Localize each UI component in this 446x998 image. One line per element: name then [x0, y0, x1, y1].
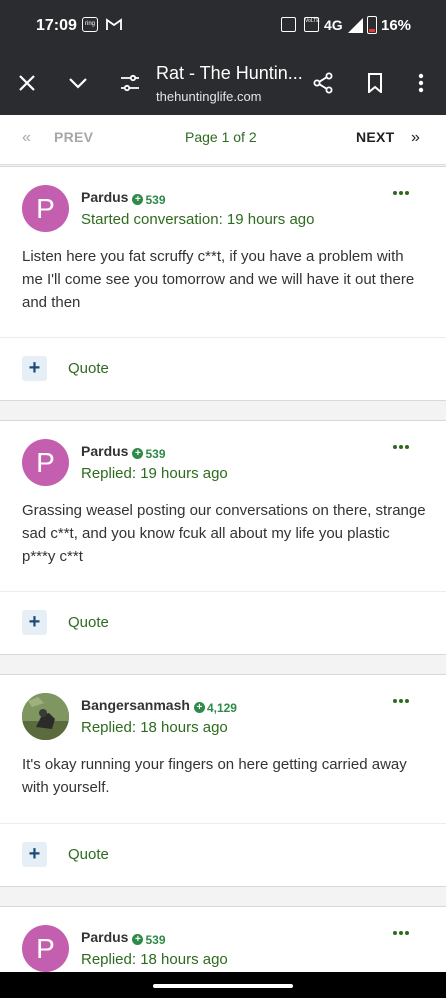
reputation-badge: +539: [132, 932, 166, 947]
reputation-badge: +539: [132, 192, 166, 207]
divider: [0, 823, 446, 824]
post-author-line: Bangersanmash +4,129: [81, 697, 237, 715]
battery-icon: [367, 16, 377, 34]
message-post: P Pardus +539 Replied: 19 hours ago Grass…: [0, 420, 446, 655]
reputation-plus-icon: +: [193, 702, 205, 713]
reputation-plus-icon: +: [132, 448, 144, 459]
pagination: « PREV Page 1 of 2 NEXT »: [0, 115, 446, 165]
system-nav-bar: [0, 972, 446, 998]
reputation-count: 539: [145, 192, 166, 207]
gmail-icon: [106, 18, 122, 30]
nfc-icon: [281, 17, 296, 32]
post-author-line: Pardus +539: [81, 189, 166, 207]
avatar[interactable]: [22, 693, 69, 740]
prev-arrow-icon: «: [22, 129, 31, 146]
page-title[interactable]: Rat - The Huntin...: [156, 63, 303, 84]
message-post: Bangersanmash +4,129 Replied: 18 hours ag…: [0, 674, 446, 887]
avatar[interactable]: P: [22, 185, 69, 232]
page-url[interactable]: thehuntinglife.com: [156, 89, 262, 104]
more-options-icon[interactable]: [393, 445, 409, 449]
prev-button[interactable]: PREV: [54, 129, 93, 145]
plus-icon[interactable]: +: [22, 356, 47, 381]
status-bar: 17:09 ring VoLTE 4G 16%: [0, 0, 446, 52]
post-meta: Replied: 18 hours ago: [81, 719, 228, 736]
divider: [0, 591, 446, 592]
author-name[interactable]: Pardus: [81, 189, 128, 205]
ring-app-icon: ring: [82, 17, 98, 32]
more-options-icon[interactable]: [393, 931, 409, 935]
avatar[interactable]: P: [22, 925, 69, 972]
reputation-count: 539: [145, 446, 166, 461]
post-body: It's okay running your fingers on here g…: [22, 756, 407, 796]
post-body: Listen here you fat scruffy c**t, if you…: [22, 248, 415, 311]
author-name[interactable]: Bangersanmash: [81, 697, 190, 713]
reputation-count: 539: [145, 932, 166, 947]
reputation-plus-icon: +: [132, 194, 144, 205]
reputation-badge: +4,129: [193, 700, 237, 715]
chevron-down-icon[interactable]: [61, 66, 95, 100]
avatar-photo: [22, 693, 69, 740]
page-jump[interactable]: Page 1 of 2: [185, 129, 257, 145]
network-type: 4G: [324, 17, 343, 33]
next-arrow-icon[interactable]: »: [411, 129, 420, 147]
quote-button[interactable]: Quote: [68, 846, 109, 863]
author-name[interactable]: Pardus: [81, 929, 128, 945]
plus-icon[interactable]: +: [22, 842, 47, 867]
home-gesture-handle[interactable]: [153, 984, 293, 988]
post-author-line: Pardus +539: [81, 443, 166, 461]
more-vert-icon[interactable]: [404, 66, 438, 100]
post-meta: Replied: 19 hours ago: [81, 465, 228, 482]
post-body: Grassing weasel posting our conversation…: [22, 502, 426, 565]
divider: [0, 337, 446, 338]
battery-percent: 16%: [381, 17, 412, 34]
close-icon[interactable]: [10, 66, 44, 100]
post-meta: Started conversation: 19 hours ago: [81, 211, 315, 228]
tune-icon[interactable]: [113, 66, 147, 100]
plus-icon[interactable]: +: [22, 610, 47, 635]
browser-toolbar: Rat - The Huntin... thehuntinglife.com: [0, 52, 446, 115]
reputation-count: 4,129: [206, 700, 237, 715]
reputation-badge: +539: [132, 446, 166, 461]
author-name[interactable]: Pardus: [81, 443, 128, 459]
reputation-plus-icon: +: [132, 934, 144, 945]
message-post: P Pardus +539 Started conversation: 19 ho…: [0, 166, 446, 401]
more-options-icon[interactable]: [393, 191, 409, 195]
avatar[interactable]: P: [22, 439, 69, 486]
post-author-line: Pardus +539: [81, 929, 166, 947]
status-time: 17:09: [36, 17, 77, 34]
bookmark-icon[interactable]: [358, 66, 392, 100]
quote-button[interactable]: Quote: [68, 614, 109, 631]
volte-icon: VoLTE: [304, 17, 320, 32]
next-button[interactable]: NEXT: [356, 129, 395, 145]
signal-icon: [348, 18, 363, 33]
quote-button[interactable]: Quote: [68, 360, 109, 377]
share-icon[interactable]: [306, 66, 340, 100]
post-meta: Replied: 18 hours ago: [81, 951, 228, 968]
more-options-icon[interactable]: [393, 699, 409, 703]
